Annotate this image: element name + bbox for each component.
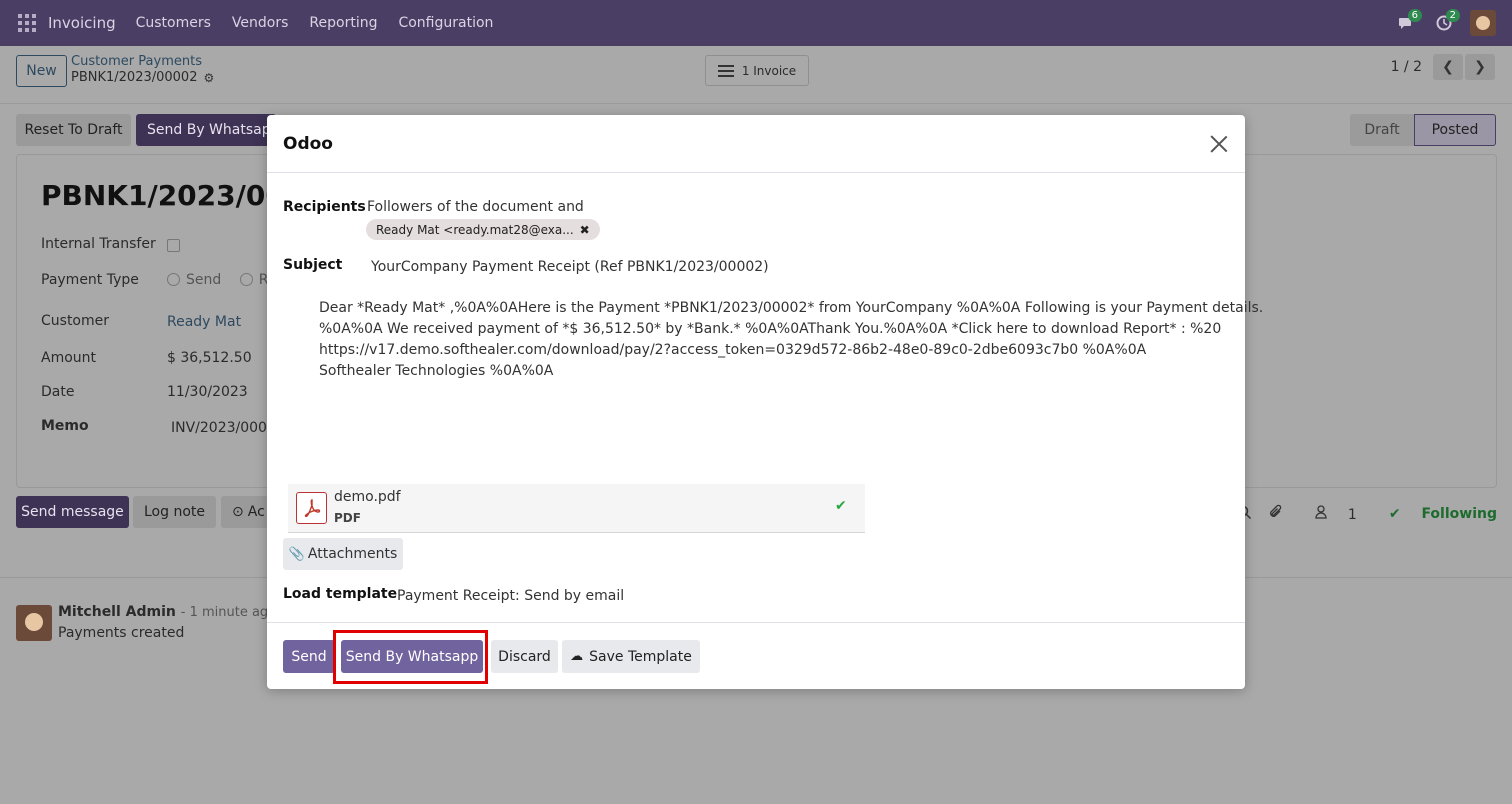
payment-type-label: Payment Type [41, 272, 139, 288]
avatar[interactable] [16, 605, 52, 641]
messages-icon[interactable]: 6 [1392, 9, 1422, 37]
radio-send[interactable] [167, 273, 180, 286]
chevron-left-icon: ❮ [1442, 59, 1454, 75]
message-time: - 1 minute ago [180, 605, 277, 620]
attachments-button-label: Attachments [307, 546, 398, 562]
recipient-tag-label: Ready Mat <ready.mat28@exa... [376, 222, 574, 237]
payment-type-send-label: Send [186, 272, 222, 288]
save-template-button[interactable]: ☁ Save Template [562, 640, 700, 673]
paperclip-icon: 📎 [288, 546, 305, 562]
log-note-button[interactable]: Log note [133, 496, 216, 528]
check-icon: ✔ [1388, 506, 1401, 522]
message-author[interactable]: Mitchell Admin [58, 604, 176, 620]
message-body: Payments created [58, 625, 185, 641]
cloud-upload-icon: ☁ [570, 649, 584, 664]
control-panel: New Customer Payments PBNK1/2023/00002 ⚙ … [0, 46, 1512, 104]
stage-posted[interactable]: Posted [1414, 114, 1496, 146]
customer-label: Customer [41, 313, 110, 329]
invoice-smart-button-label: 1 Invoice [741, 63, 797, 78]
dialog-title: Odoo [283, 134, 333, 154]
remove-tag-icon[interactable]: ✖ [580, 223, 590, 237]
activities-button-label: Ac [247, 504, 265, 520]
payment-type-radio[interactable]: Send Re [167, 272, 276, 288]
top-navbar: Invoicing Customers Vendors Reporting Co… [0, 0, 1512, 46]
breadcrumb-parent[interactable]: Customer Payments [71, 54, 202, 69]
menu-item-configuration[interactable]: Configuration [398, 15, 493, 31]
attachment-card[interactable]: demo.pdf PDF ✔ [288, 484, 865, 533]
gear-icon[interactable]: ⚙ [203, 71, 215, 85]
clock-icon: ⊙ [232, 504, 244, 520]
app-name[interactable]: Invoicing [48, 14, 116, 32]
dialog-header: Odoo [267, 115, 1245, 173]
message-author-line: Mitchell Admin - 1 minute ago [58, 604, 276, 620]
body-line: Softhealer Technologies %0A%0A [319, 363, 554, 379]
main-menu: Customers Vendors Reporting Configuratio… [136, 15, 515, 31]
close-icon[interactable] [1210, 135, 1228, 153]
recipient-tag[interactable]: Ready Mat <ready.mat28@exa... ✖ [366, 219, 600, 240]
subject-input[interactable]: YourCompany Payment Receipt (Ref PBNK1/2… [371, 259, 769, 275]
new-button[interactable]: New [16, 55, 67, 87]
user-avatar[interactable] [1470, 10, 1496, 36]
pager-next-button[interactable]: ❯ [1465, 54, 1495, 80]
menu-item-customers[interactable]: Customers [136, 15, 211, 31]
following-label: Following [1421, 506, 1497, 522]
pdf-file-icon [296, 492, 327, 524]
send-button[interactable]: Send [283, 640, 335, 673]
highlight-annotation [333, 630, 488, 684]
body-line: %0A%0A We received payment of *$ 36,512.… [319, 321, 1222, 337]
customer-field[interactable]: Ready Mat [167, 314, 241, 330]
amount-label: Amount [41, 350, 97, 366]
recipients-text: Followers of the document and [367, 199, 584, 215]
radio-receive[interactable] [239, 273, 253, 286]
check-icon: ✔ [835, 498, 847, 514]
breadcrumb-current-label: PBNK1/2023/00002 [71, 70, 198, 85]
load-template-select[interactable]: Payment Receipt: Send by email [397, 588, 624, 604]
user-icon [1315, 505, 1331, 523]
attachments-button[interactable]: 📎 Attachments [283, 538, 403, 570]
discard-button[interactable]: Discard [491, 640, 558, 673]
body-line: Dear *Ready Mat* ,%0A%0AHere is the Paym… [319, 300, 1264, 316]
save-template-label: Save Template [589, 648, 692, 665]
internal-transfer-label: Internal Transfer [41, 236, 156, 252]
activities-badge: 2 [1445, 9, 1460, 22]
internal-transfer-checkbox[interactable] [167, 239, 180, 252]
send-message-button[interactable]: Send message [16, 496, 129, 528]
following-button[interactable]: ✔ Following [1373, 506, 1497, 522]
followers-button[interactable]: 1 [1299, 505, 1357, 523]
recipients-label: Recipients [283, 199, 366, 215]
compose-dialog: Odoo Recipients Followers of the documen… [267, 115, 1264, 689]
chevron-right-icon: ❯ [1474, 59, 1486, 75]
amount-field[interactable]: $ 36,512.50 [167, 350, 252, 366]
memo-field[interactable]: INV/2023/0000 [171, 420, 276, 436]
paperclip-icon[interactable] [1268, 504, 1283, 524]
menu-item-reporting[interactable]: Reporting [309, 15, 377, 31]
dialog-footer: Send Send By Whatsapp Discard ☁ Save Tem… [267, 622, 1245, 689]
body-line: https://v17.demo.softhealer.com/download… [319, 342, 1147, 358]
load-template-label: Load template [283, 586, 398, 602]
stage-draft[interactable]: Draft [1350, 114, 1414, 146]
invoice-smart-button[interactable]: 1 Invoice [705, 55, 809, 86]
attachment-type: PDF [334, 511, 361, 525]
breadcrumb-current: PBNK1/2023/00002 ⚙ [71, 70, 215, 85]
date-field[interactable]: 11/30/2023 [167, 384, 248, 400]
activities-clock-icon[interactable]: 2 [1430, 9, 1460, 37]
attachment-name: demo.pdf [334, 489, 401, 505]
list-icon [717, 64, 734, 77]
reset-to-draft-button[interactable]: Reset To Draft [16, 114, 131, 146]
pager-previous-button[interactable]: ❮ [1433, 54, 1463, 80]
menu-item-vendors[interactable]: Vendors [232, 15, 288, 31]
followers-count: 1 [1347, 507, 1357, 523]
pager-value[interactable]: 1 / 2 [1391, 59, 1422, 75]
send-by-whatsapp-status-button[interactable]: Send By Whatsapp [136, 114, 276, 146]
apps-menu-icon[interactable] [18, 14, 36, 32]
record-title: PBNK1/2023/000 [41, 179, 305, 212]
messages-badge: 6 [1407, 9, 1422, 22]
date-label: Date [41, 384, 75, 400]
message-body-editor[interactable]: Dear *Ready Mat* ,%0A%0AHere is the Paym… [319, 298, 1264, 382]
subject-label: Subject [283, 257, 343, 273]
memo-label: Memo [41, 418, 89, 434]
